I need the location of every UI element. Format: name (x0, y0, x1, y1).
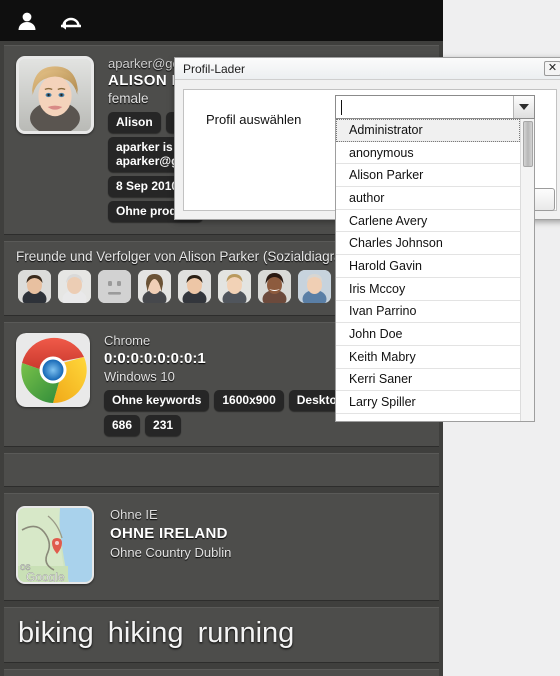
close-icon[interactable]: ✕ (544, 61, 560, 76)
location-code: Ohne IE (110, 507, 158, 522)
list-item[interactable] (258, 270, 291, 303)
combobox-option[interactable]: Ivan Parrino (336, 301, 520, 324)
undo-icon[interactable] (58, 9, 84, 33)
tag-list: summerfemaleunder30summer-femalefemale-u… (4, 670, 439, 676)
top-toolbar (0, 0, 443, 41)
combobox-option[interactable]: Charles Johnson (336, 232, 520, 256)
keyword[interactable]: running (198, 616, 295, 650)
combobox-option[interactable]: Alison Parker (336, 164, 520, 188)
browser-tag[interactable]: 231 (145, 415, 182, 436)
screen: aparker@geometrixx.info ALISON PARKER fe… (0, 0, 560, 676)
location-country: OHNE IRELAND (110, 525, 228, 542)
keyword[interactable]: hiking (108, 616, 184, 650)
combobox-option[interactable]: Carlene Avery (336, 210, 520, 233)
dialog-title: Profil-Lader (183, 61, 246, 76)
location-city: Ohne Country Dublin (110, 545, 232, 560)
list-item[interactable] (298, 270, 331, 303)
tags-card: summerfemaleunder30summer-femalefemale-u… (4, 669, 439, 676)
combobox-field[interactable] (335, 95, 535, 119)
combobox-option[interactable]: Harold Gavin (336, 255, 520, 278)
dialog-titlebar[interactable]: Profil-Lader ✕ (175, 58, 560, 80)
list-item[interactable] (58, 270, 91, 303)
map-attribution: Google (26, 570, 65, 584)
avatar (16, 56, 94, 134)
combobox-option[interactable]: Administrator (336, 119, 520, 142)
list-item-placeholder[interactable] (98, 270, 131, 303)
scrollbar-thumb[interactable] (523, 121, 533, 167)
chevron-down-icon[interactable] (513, 96, 534, 118)
combobox-option[interactable]: Kerri Saner (336, 369, 520, 392)
keyword[interactable]: biking (18, 616, 94, 650)
browser-tag[interactable]: 686 (104, 415, 141, 436)
user-icon[interactable] (14, 9, 40, 33)
chrome-icon (16, 333, 90, 407)
list-item[interactable] (18, 270, 51, 303)
combobox-option[interactable]: author (336, 187, 520, 210)
profile-select-label: Profil auswählen (206, 112, 302, 127)
list-item[interactable] (178, 270, 211, 303)
text-cursor (341, 100, 342, 115)
list-item[interactable] (218, 270, 251, 303)
empty-card (4, 453, 439, 487)
combobox-options: Administrator anonymous Alison Parker au… (336, 119, 520, 421)
profile-select-combobox[interactable]: Administrator anonymous Alison Parker au… (335, 95, 535, 422)
keywords-card: biking hiking running (4, 607, 439, 663)
map-thumbnail[interactable]: os Google (16, 506, 94, 584)
combobox-option[interactable]: John Doe (336, 323, 520, 346)
combobox-option[interactable]: Larry Spiller (336, 391, 520, 414)
keyword-list: biking hiking running (4, 608, 439, 662)
combobox-option[interactable]: Iris Mccoy (336, 278, 520, 301)
list-item[interactable] (138, 270, 171, 303)
dropdown-scrollbar[interactable] (520, 119, 534, 421)
profile-tag[interactable]: Alison (108, 112, 161, 133)
combobox-dropdown-list[interactable]: Administrator anonymous Alison Parker au… (335, 119, 535, 422)
browser-tag[interactable]: Ohne keywords (104, 390, 210, 411)
combobox-option[interactable]: anonymous (336, 142, 520, 165)
location-card: os Google Ohne IE OHNE IRELAND Ohne Coun… (4, 493, 439, 601)
combobox-option[interactable]: Keith Mabry (336, 346, 520, 369)
browser-tag[interactable]: 1600x900 (214, 390, 284, 411)
